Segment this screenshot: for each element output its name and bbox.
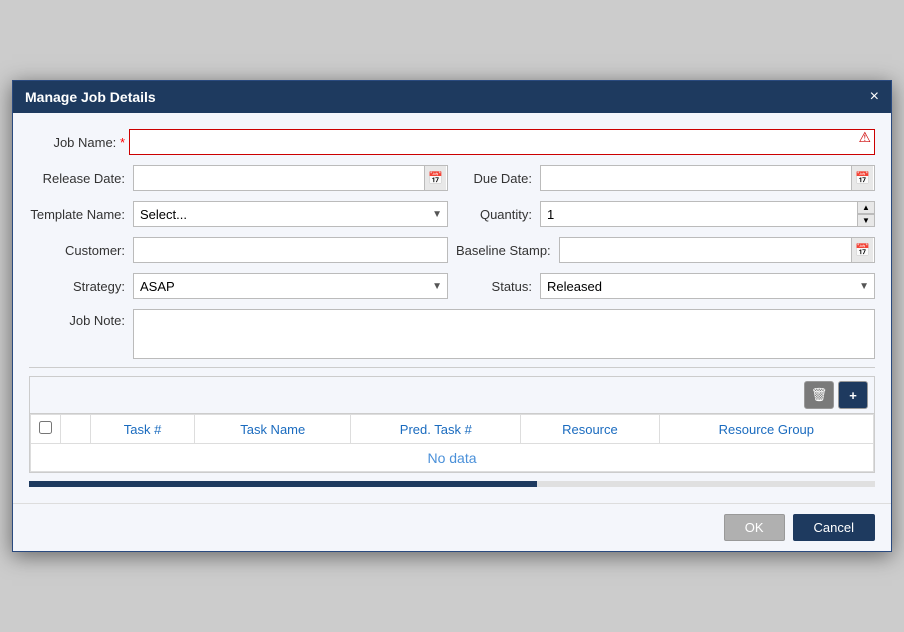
no-data-message: No data (31, 444, 874, 472)
template-name-select[interactable]: Select... (133, 201, 448, 227)
manage-job-dialog: Manage Job Details × Job Name: * ⚠ Relea… (12, 80, 892, 552)
release-due-date-row: Release Date: 📅 Due Date: 📅 (29, 165, 875, 191)
select-all-checkbox[interactable] (39, 421, 52, 434)
col-resource-group: Resource Group (659, 415, 873, 444)
progress-bar-fill (29, 481, 537, 487)
template-name-select-wrap: Select... ▼ (133, 201, 448, 227)
tasks-table-section: 🗑 + Task # Task Name Pred. Task # (29, 376, 875, 473)
status-col: Status: Released Open Closed On Hold ▼ (456, 273, 875, 299)
section-divider (29, 367, 875, 368)
dialog-body: Job Name: * ⚠ Release Date: 📅 Due Date: (13, 113, 891, 503)
release-date-calendar-icon[interactable]: 📅 (424, 166, 446, 190)
strategy-select-wrap: ASAP ALAP Manual ▼ (133, 273, 448, 299)
job-note-row: Job Note: (29, 309, 875, 359)
quantity-input[interactable]: 1 (540, 201, 875, 227)
col-task-num: Task # (91, 415, 195, 444)
baseline-stamp-col: Baseline Stamp: 📅 (456, 237, 875, 263)
ok-button[interactable]: OK (724, 514, 785, 541)
dialog-footer: OK Cancel (13, 503, 891, 551)
due-date-col: Due Date: 📅 (456, 165, 875, 191)
delete-row-button[interactable]: 🗑 (804, 381, 834, 409)
table-toolbar: 🗑 + (30, 377, 874, 414)
empty-row: No data (31, 444, 874, 472)
baseline-stamp-input-wrap: 📅 (559, 237, 875, 263)
quantity-col: Quantity: 1 ▲ ▼ (456, 201, 875, 227)
customer-baseline-row: Customer: Baseline Stamp: 📅 (29, 237, 875, 263)
status-label: Status: (456, 279, 536, 294)
col-resource: Resource (521, 415, 659, 444)
dialog-header: Manage Job Details × (13, 81, 891, 113)
job-name-input[interactable] (129, 129, 875, 155)
baseline-stamp-input[interactable] (559, 237, 875, 263)
status-select[interactable]: Released Open Closed On Hold (540, 273, 875, 299)
release-date-label: Release Date: (29, 171, 129, 186)
add-row-button[interactable]: + (838, 381, 868, 409)
table-body: No data (31, 444, 874, 472)
job-name-input-wrap: ⚠ (129, 129, 875, 155)
quantity-spinner-buttons: ▲ ▼ (857, 201, 875, 227)
due-date-calendar-icon[interactable]: 📅 (851, 166, 873, 190)
error-icon: ⚠ (858, 129, 871, 146)
baseline-stamp-label: Baseline Stamp: (456, 243, 555, 258)
release-date-input[interactable] (133, 165, 448, 191)
customer-col: Customer: (29, 237, 448, 263)
col-checkbox (31, 415, 61, 444)
progress-bar (29, 481, 875, 487)
strategy-col: Strategy: ASAP ALAP Manual ▼ (29, 273, 448, 299)
close-button[interactable]: × (870, 89, 879, 105)
template-col: Template Name: Select... ▼ (29, 201, 448, 227)
strategy-status-row: Strategy: ASAP ALAP Manual ▼ Status: Rel… (29, 273, 875, 299)
strategy-select[interactable]: ASAP ALAP Manual (133, 273, 448, 299)
quantity-up-button[interactable]: ▲ (857, 201, 875, 214)
due-date-input[interactable] (540, 165, 875, 191)
job-name-row: Job Name: * ⚠ (29, 129, 875, 155)
baseline-stamp-calendar-icon[interactable]: 📅 (851, 238, 873, 262)
job-note-textarea[interactable] (133, 309, 875, 359)
add-icon: + (849, 388, 857, 403)
template-name-label: Template Name: (29, 207, 129, 222)
table-header: Task # Task Name Pred. Task # Resource R… (31, 415, 874, 444)
dialog-title: Manage Job Details (25, 89, 156, 105)
col-task-name: Task Name (195, 415, 351, 444)
tasks-table: Task # Task Name Pred. Task # Resource R… (30, 414, 874, 472)
job-name-label: Job Name: * (29, 135, 129, 150)
quantity-label: Quantity: (456, 207, 536, 222)
due-date-label: Due Date: (456, 171, 536, 186)
status-select-wrap: Released Open Closed On Hold ▼ (540, 273, 875, 299)
job-note-label: Job Note: (29, 309, 129, 328)
cancel-button[interactable]: Cancel (793, 514, 875, 541)
template-quantity-row: Template Name: Select... ▼ Quantity: 1 ▲… (29, 201, 875, 227)
strategy-label: Strategy: (29, 279, 129, 294)
quantity-down-button[interactable]: ▼ (857, 214, 875, 227)
release-date-col: Release Date: 📅 (29, 165, 448, 191)
customer-input[interactable] (133, 237, 448, 263)
due-date-input-wrap: 📅 (540, 165, 875, 191)
delete-icon: 🗑 (811, 387, 828, 403)
customer-label: Customer: (29, 243, 129, 258)
quantity-spinner-wrap: 1 ▲ ▼ (540, 201, 875, 227)
release-date-input-wrap: 📅 (133, 165, 448, 191)
col-pred-task: Pred. Task # (351, 415, 521, 444)
col-num (61, 415, 91, 444)
